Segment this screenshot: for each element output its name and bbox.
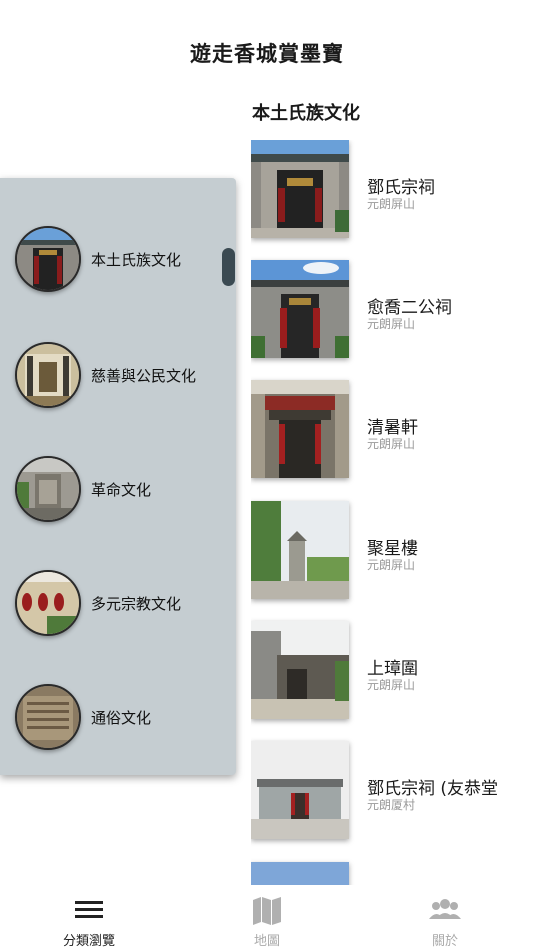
category-label: 多元宗教文化 [91, 595, 182, 613]
bottom-tab-bar: 分類瀏覽 地圖 關於 [0, 885, 534, 950]
tab-label: 關於 [431, 934, 458, 949]
category-photo [15, 456, 81, 522]
place-item[interactable]: 愈喬二公祠 元朗屏山 [251, 260, 534, 358]
category-label: 慈善與公民文化 [91, 367, 197, 385]
menu-icon [72, 895, 106, 925]
place-item[interactable]: 上璋圍 元朗屏山 [251, 621, 534, 719]
category-item-charity-civic[interactable]: 慈善與公民文化 [15, 342, 215, 408]
place-item[interactable]: 鄧氏宗祠 (友恭堂 元朗厦村 [251, 741, 534, 839]
place-photo [251, 741, 349, 839]
place-item[interactable]: 聚星樓 元朗屏山 [251, 501, 534, 599]
tab-browse[interactable]: 分類瀏覽 [0, 885, 178, 950]
place-photo [251, 140, 349, 238]
place-area: 元朗屏山 [367, 437, 416, 451]
category-photo [15, 342, 81, 408]
category-label: 革命文化 [91, 481, 152, 499]
place-area: 元朗屏山 [367, 197, 416, 211]
category-item-revolution[interactable]: 革命文化 [15, 456, 215, 522]
place-photo [251, 260, 349, 358]
tab-about[interactable]: 關於 [356, 885, 534, 950]
place-photo [251, 501, 349, 599]
drawer-scroll-handle[interactable] [222, 248, 235, 286]
category-photo [15, 226, 81, 292]
people-icon [428, 895, 462, 925]
tab-label: 地圖 [253, 934, 280, 949]
category-label: 通俗文化 [91, 709, 152, 727]
place-photo [251, 380, 349, 478]
category-drawer[interactable]: 本土氏族文化 慈善與公民文化 革命文化 多元宗教文化 通俗文化 [0, 178, 236, 775]
place-list[interactable]: 鄧氏宗祠 元朗屏山 愈喬二公祠 元朗屏山 清暑軒 元朗屏山 聚星樓 元朗屏山 上… [251, 140, 534, 885]
category-item-religion[interactable]: 多元宗教文化 [15, 570, 215, 636]
place-item[interactable]: 清暑軒 元朗屏山 [251, 380, 534, 478]
place-photo [251, 621, 349, 719]
category-item-local-clan[interactable]: 本土氏族文化 [15, 226, 215, 292]
category-label: 本土氏族文化 [91, 251, 182, 269]
place-area: 元朗厦村 [367, 798, 416, 812]
place-photo [251, 862, 349, 885]
category-photo [15, 570, 81, 636]
category-item-popular[interactable]: 通俗文化 [15, 684, 215, 750]
section-title: 本土氏族文化 [252, 103, 360, 124]
place-area: 元朗屏山 [367, 317, 416, 331]
place-item[interactable]: 鄧氏宗祠 元朗屏山 [251, 140, 534, 238]
place-item[interactable] [251, 862, 534, 885]
tab-map[interactable]: 地圖 [178, 885, 356, 950]
place-area: 元朗屏山 [367, 678, 416, 692]
category-photo [15, 684, 81, 750]
place-area: 元朗屏山 [367, 558, 416, 572]
app-title: 遊走香城賞墨寶 [190, 42, 344, 66]
map-icon [250, 895, 284, 925]
tab-label: 分類瀏覽 [62, 934, 115, 949]
